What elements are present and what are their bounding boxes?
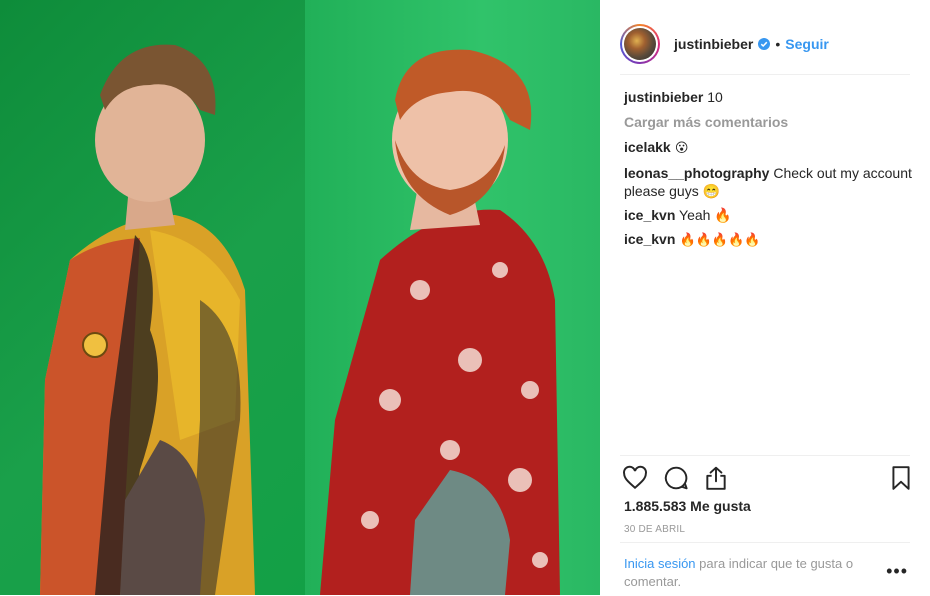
comment-text: Yeah 🔥 <box>675 207 732 223</box>
comment-item: ice_kvn Yeah 🔥 <box>624 206 914 224</box>
share-icon[interactable] <box>703 465 729 491</box>
load-more-comments-button[interactable]: Cargar más comentarios <box>624 113 914 131</box>
comment-username[interactable]: icelakk <box>624 139 671 155</box>
author-username[interactable]: justinbieber <box>674 36 753 52</box>
login-link[interactable]: Inicia sesión <box>624 556 696 571</box>
comment-username[interactable]: ice_kvn <box>624 231 675 247</box>
comment-text: 😮 <box>670 141 689 156</box>
comment-icon[interactable] <box>663 465 689 491</box>
caption-username[interactable]: justinbieber <box>624 89 703 105</box>
comments-list: justinbieber 10 Cargar más comentarios i… <box>624 88 914 256</box>
bookmark-icon[interactable] <box>888 465 914 491</box>
action-bar <box>620 455 910 500</box>
comment-item: icelakk 😮 <box>624 138 914 158</box>
comment-username[interactable]: leonas__photography <box>624 165 769 181</box>
likes-count[interactable]: 1.885.583 Me gusta <box>624 498 751 514</box>
person-left-figure <box>40 44 255 595</box>
login-prompt: Inicia sesión para indicar que te gusta … <box>620 542 910 596</box>
comment-text: 🔥🔥🔥🔥🔥 <box>675 233 761 248</box>
instagram-post: justinbieber • Seguir justinbieber 10 Ca… <box>0 0 930 595</box>
post-date: 30 DE ABRIL <box>624 524 686 535</box>
verified-badge-icon <box>758 38 771 50</box>
follow-button[interactable]: Seguir <box>785 36 829 52</box>
post-header: justinbieber • Seguir <box>620 14 910 75</box>
heart-icon[interactable] <box>622 465 648 491</box>
post-sidebar: justinbieber • Seguir justinbieber 10 Ca… <box>600 0 930 595</box>
post-caption: justinbieber 10 <box>624 88 914 106</box>
person-right-figure <box>320 49 560 595</box>
header-separator: • <box>775 36 781 52</box>
comment-username[interactable]: ice_kvn <box>624 207 675 223</box>
more-options-icon[interactable]: ••• <box>886 561 908 582</box>
post-image[interactable] <box>0 0 600 595</box>
login-prompt-text: Inicia sesión para indicar que te gusta … <box>624 555 879 591</box>
photo-figures <box>40 44 560 595</box>
comment-item: leonas__photography Check out my account… <box>624 164 914 200</box>
comment-item: ice_kvn 🔥🔥🔥🔥🔥 <box>624 230 914 250</box>
caption-text: 10 <box>703 89 723 105</box>
author-avatar[interactable] <box>620 24 660 64</box>
